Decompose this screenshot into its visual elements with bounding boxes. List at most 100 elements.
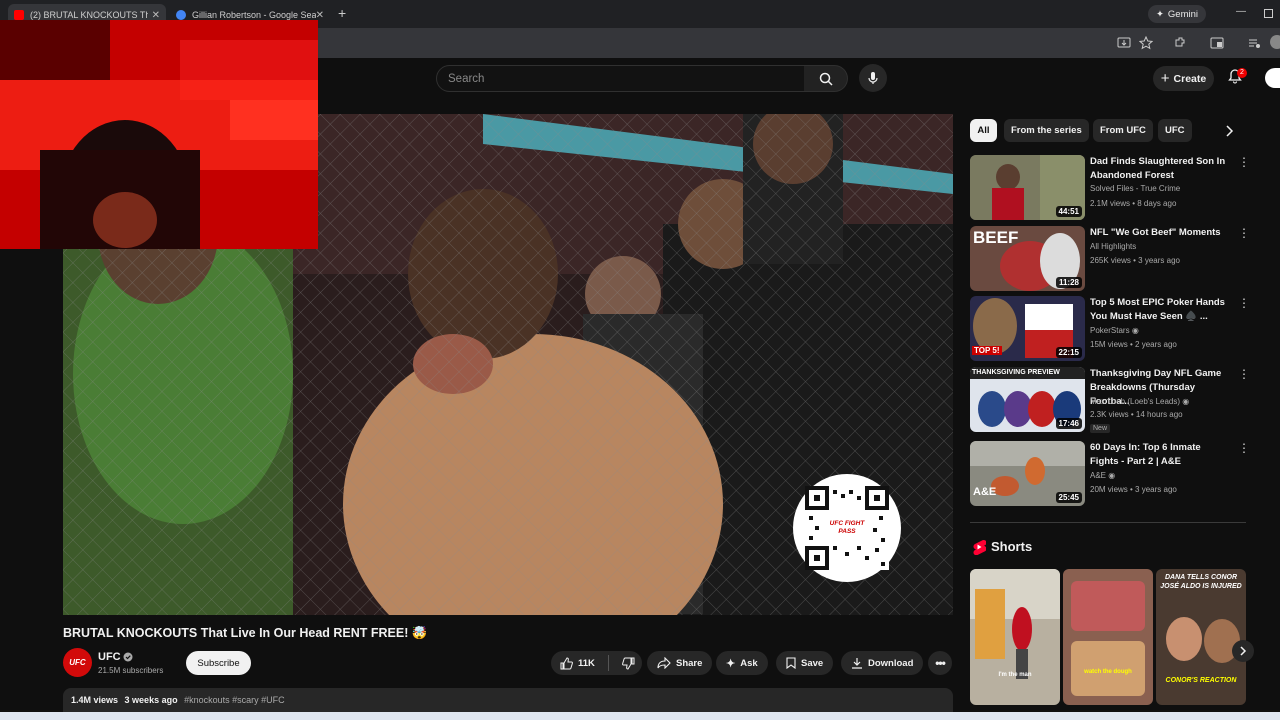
upload-age: 3 weeks ago bbox=[124, 695, 178, 705]
short-thumbnail[interactable]: I'm the man bbox=[970, 569, 1060, 705]
shorts-next-button[interactable] bbox=[1232, 640, 1254, 662]
gemini-sparkle-icon: ✦ bbox=[1155, 8, 1164, 20]
video-thumbnail[interactable]: 44:51 bbox=[970, 155, 1085, 220]
split-view-icon[interactable] bbox=[1210, 36, 1224, 50]
profile-avatar[interactable] bbox=[1270, 35, 1280, 49]
minimize-icon[interactable]: — bbox=[1236, 6, 1246, 17]
media-controls-icon[interactable] bbox=[1247, 36, 1261, 50]
share-label: Share bbox=[676, 657, 703, 669]
hashtags[interactable]: #knockouts #scary #UFC bbox=[184, 695, 285, 705]
fight-pass-qr-code: UFC FIGHT PASS bbox=[793, 474, 901, 582]
shorts-heading: Shorts bbox=[991, 539, 1033, 554]
short-caption: I'm the man bbox=[998, 672, 1032, 678]
google-favicon-icon bbox=[176, 10, 186, 20]
video-title[interactable]: Top 5 Most EPIC Poker Hands You Must Hav… bbox=[1090, 296, 1230, 324]
microphone-icon bbox=[868, 72, 878, 84]
bookmark-star-icon[interactable] bbox=[1139, 36, 1153, 50]
close-tab-icon[interactable]: ✕ bbox=[152, 10, 160, 21]
voice-search-button[interactable] bbox=[859, 64, 887, 92]
video-thumbnail[interactable]: BEEF 11:28 bbox=[970, 226, 1085, 291]
section-divider bbox=[970, 522, 1246, 523]
save-button[interactable]: Save bbox=[776, 651, 834, 675]
search-icon bbox=[819, 72, 833, 86]
channel-name[interactable]: Max Loeb (Loeb's Leads) ◉ bbox=[1090, 397, 1189, 406]
channel-name[interactable]: Solved Files - True Crime bbox=[1090, 184, 1180, 193]
thumbs-up-icon bbox=[560, 656, 573, 669]
video-meta: 2.1M views • 8 days ago bbox=[1090, 199, 1177, 208]
chip-from-the-series[interactable]: From the series bbox=[1004, 119, 1089, 142]
more-vertical-icon[interactable]: ⋮ bbox=[1238, 368, 1250, 380]
view-count: 1.4M views bbox=[71, 695, 119, 705]
subscribe-button[interactable]: Subscribe bbox=[186, 651, 251, 675]
tab-label: Gillian Robertson - Google Sea bbox=[192, 10, 316, 20]
os-taskbar bbox=[0, 712, 1280, 720]
youtube-favicon-icon bbox=[14, 10, 24, 20]
video-title[interactable]: Dad Finds Slaughtered Son In Abandoned F… bbox=[1090, 155, 1230, 183]
short-caption: watch the dough bbox=[1084, 669, 1132, 675]
close-tab-icon[interactable]: ✕ bbox=[316, 10, 324, 21]
chip-all[interactable]: All bbox=[970, 119, 997, 142]
more-vertical-icon[interactable]: ⋮ bbox=[1238, 442, 1250, 454]
create-button[interactable]: + Create bbox=[1153, 66, 1214, 91]
chip-ufc[interactable]: UFC bbox=[1158, 119, 1192, 142]
thumbnail-text: TOP 5! bbox=[972, 346, 1002, 355]
thumbnail-text: THANKSGIVING PREVIEW bbox=[972, 369, 1060, 376]
video-duration: 25:45 bbox=[1055, 492, 1082, 503]
video-title[interactable]: 60 Days In: Top 6 Inmate Fights - Part 2… bbox=[1090, 441, 1230, 469]
video-duration: 22:15 bbox=[1055, 347, 1082, 358]
channel-name[interactable]: All Highlights bbox=[1090, 242, 1136, 251]
chevron-right-icon bbox=[1240, 646, 1247, 656]
notification-count-badge: 2 bbox=[1237, 68, 1247, 78]
short-image bbox=[970, 569, 1060, 705]
share-arrow-icon bbox=[657, 657, 671, 669]
webcam-overlay bbox=[0, 20, 318, 249]
more-vertical-icon[interactable]: ⋮ bbox=[1238, 156, 1250, 168]
recommendation-item[interactable]: THANKSGIVING PREVIEW 17:46 Thanksgiving … bbox=[970, 367, 1250, 433]
video-thumbnail[interactable]: THANKSGIVING PREVIEW 17:46 bbox=[970, 367, 1085, 432]
search-button[interactable] bbox=[804, 65, 848, 92]
short-thumbnail[interactable]: DANA TELLS CONOR JOSÉ ALDO IS INJURED CO… bbox=[1156, 569, 1246, 705]
short-thumbnail[interactable]: watch the dough bbox=[1063, 569, 1153, 705]
bookmark-icon bbox=[786, 657, 796, 669]
ask-button[interactable]: ✦ Ask bbox=[716, 651, 768, 675]
search-input[interactable]: Search bbox=[436, 65, 805, 92]
video-thumbnail[interactable]: TOP 5! 22:15 bbox=[970, 296, 1085, 361]
recommendation-item[interactable]: A&E 25:45 60 Days In: Top 6 Inmate Fight… bbox=[970, 441, 1250, 507]
recommendation-item[interactable]: TOP 5! 22:15 Top 5 Most EPIC Poker Hands… bbox=[970, 296, 1250, 362]
channel-name[interactable]: PokerStars ◉ bbox=[1090, 326, 1139, 335]
download-button[interactable]: Download bbox=[841, 651, 924, 675]
chip-from-ufc[interactable]: From UFC bbox=[1093, 119, 1153, 142]
video-thumbnail[interactable]: A&E 25:45 bbox=[970, 441, 1085, 506]
video-duration: 17:46 bbox=[1055, 418, 1082, 429]
save-label: Save bbox=[801, 657, 824, 669]
maximize-icon[interactable] bbox=[1264, 9, 1273, 18]
channel-name[interactable]: A&E ◉ bbox=[1090, 471, 1115, 480]
gemini-button[interactable]: ✦ Gemini bbox=[1147, 5, 1206, 23]
more-horizontal-icon: ••• bbox=[935, 656, 946, 670]
video-title[interactable]: NFL "We Got Beef" Moments bbox=[1090, 226, 1230, 240]
webcam-feed-image bbox=[0, 20, 318, 249]
short-image bbox=[1063, 569, 1153, 705]
like-button[interactable]: 11K bbox=[551, 651, 595, 675]
create-label: Create bbox=[1173, 72, 1207, 85]
verified-badge-icon: ◉ bbox=[1131, 326, 1139, 335]
account-avatar[interactable] bbox=[1265, 68, 1280, 88]
shorts-logo-icon bbox=[973, 539, 986, 555]
recommendation-item[interactable]: 44:51 Dad Finds Slaughtered Son In Aband… bbox=[970, 155, 1250, 221]
channel-avatar[interactable]: UFC bbox=[63, 648, 92, 677]
more-vertical-icon[interactable]: ⋮ bbox=[1238, 227, 1250, 239]
share-button[interactable]: Share bbox=[647, 651, 713, 675]
channel-name[interactable]: UFC bbox=[98, 651, 121, 663]
more-actions-button[interactable]: ••• bbox=[928, 651, 952, 675]
install-app-icon[interactable] bbox=[1117, 36, 1131, 50]
gemini-label: Gemini bbox=[1167, 8, 1198, 20]
recommendation-item[interactable]: BEEF 11:28 NFL "We Got Beef" Moments All… bbox=[970, 226, 1250, 292]
chevron-right-icon[interactable] bbox=[1224, 125, 1234, 137]
extensions-icon[interactable] bbox=[1173, 36, 1187, 50]
ask-sparkle-icon: ✦ bbox=[726, 657, 736, 670]
new-tab-icon[interactable]: + bbox=[338, 5, 346, 21]
more-vertical-icon[interactable]: ⋮ bbox=[1238, 297, 1250, 309]
thumbs-down-icon[interactable] bbox=[621, 657, 635, 670]
video-duration: 44:51 bbox=[1055, 206, 1082, 217]
verified-badge-icon: ◉ bbox=[1182, 397, 1190, 406]
